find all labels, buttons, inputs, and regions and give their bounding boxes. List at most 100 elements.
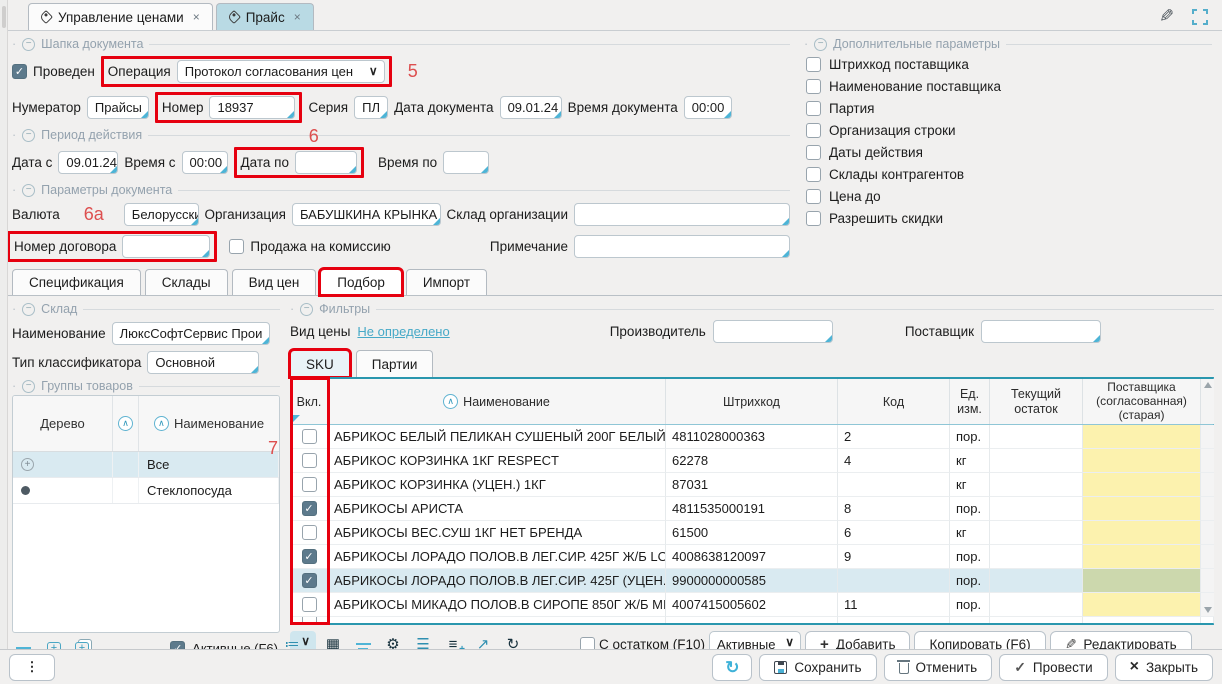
scroll-down-icon[interactable] — [1204, 607, 1212, 613]
classifier-type-input[interactable]: Основной — [147, 351, 259, 374]
sku-tab-партии[interactable]: Партии — [356, 350, 434, 377]
table-row[interactable]: АБРИКОСЫ ЛОРАДО ПОЛОВ.В ЛЕГ.СИР. 425Г (У… — [291, 569, 1213, 593]
doc-date-input[interactable]: 09.01.24 — [500, 96, 562, 119]
column-header-name[interactable]: Наименование — [139, 396, 279, 451]
row-checkbox[interactable] — [302, 525, 317, 540]
extra-param-checkbox[interactable] — [806, 57, 821, 72]
number-input[interactable]: 18937 — [209, 96, 295, 119]
scrollbar[interactable] — [1201, 497, 1214, 521]
column-header-code[interactable]: Код — [838, 379, 950, 424]
table-row[interactable]: АБРИКОСЫ ЛОРАДО ПОЛОВ.В ЛЕГ.СИР. 425Г Ж/… — [291, 545, 1213, 569]
date-from-input[interactable]: 09.01.24 — [58, 151, 118, 174]
scrollbar[interactable] — [1201, 425, 1214, 449]
org-warehouse-input[interactable] — [574, 203, 790, 226]
collapse-icon[interactable] — [300, 303, 313, 316]
table-row[interactable]: АБРИКОСЫ МИКАДО ПОЛОВ.В СИРОПЕ 850Г Ж/Б … — [291, 593, 1213, 617]
column-header-stock[interactable]: Текущий остаток — [990, 379, 1083, 424]
save-button[interactable]: Сохранить — [759, 654, 876, 681]
doc-tab-подбор[interactable]: Подбор — [320, 269, 402, 295]
organization-input[interactable]: БАБУШКИНА КРЫНКА ( — [292, 203, 441, 226]
collapse-icon[interactable] — [22, 303, 35, 316]
manufacturer-input[interactable] — [713, 320, 833, 343]
collapse-icon[interactable] — [814, 38, 827, 51]
time-to-input[interactable] — [443, 151, 489, 174]
commission-checkbox[interactable] — [229, 239, 244, 254]
table-row[interactable]: АБРИКОСЫ ВЕС.СУШ 1КГ НЕТ БРЕНДА615006кг — [291, 521, 1213, 545]
column-header-include[interactable]: Вкл. — [291, 379, 328, 424]
scrollbar[interactable] — [1201, 449, 1214, 473]
column-header-unit[interactable]: Ед. изм. — [950, 379, 990, 424]
tab-price-management[interactable]: Управление ценами × — [28, 3, 213, 30]
row-checkbox[interactable] — [302, 573, 317, 588]
table-row[interactable]: АБРИКОС КОРЗИНКА 1КГ RESPECT622784кг — [291, 449, 1213, 473]
post-button[interactable]: ✓Провести — [999, 654, 1107, 681]
edit-pencil-icon[interactable]: ✎ — [1159, 6, 1174, 27]
scrollbar[interactable] — [1201, 545, 1214, 569]
supplier-input[interactable] — [981, 320, 1101, 343]
fullscreen-icon[interactable] — [1192, 9, 1208, 25]
doc-tab-импорт[interactable]: Импорт — [406, 269, 487, 295]
extra-param-checkbox[interactable] — [806, 79, 821, 94]
extra-param-checkbox[interactable] — [806, 167, 821, 182]
leaf-dot-icon[interactable] — [21, 486, 30, 495]
close-tab-icon[interactable]: × — [193, 10, 200, 24]
scrollbar[interactable] — [1201, 379, 1214, 424]
collapse-icon[interactable] — [22, 184, 35, 197]
doc-tab-вид цен[interactable]: Вид цен — [232, 269, 317, 295]
column-header-barcode[interactable]: Штрихкод — [666, 379, 838, 424]
warehouse-name-input[interactable]: ЛюксСофтСервис Прои — [112, 322, 270, 345]
column-header-tree[interactable]: Дерево — [13, 396, 113, 451]
numerator-input[interactable]: Прайсы — [87, 96, 149, 119]
tab-price[interactable]: Прайс × — [216, 3, 314, 30]
contract-number-input[interactable] — [122, 235, 210, 258]
row-checkbox[interactable] — [302, 501, 317, 516]
row-checkbox[interactable] — [302, 453, 317, 468]
scrollbar[interactable] — [1201, 593, 1214, 617]
time-from-input[interactable]: 00:00 — [182, 151, 228, 174]
proveden-checkbox[interactable] — [12, 64, 27, 79]
group-row[interactable]: Стеклопосуда — [13, 478, 279, 504]
close-tab-icon[interactable]: × — [294, 10, 301, 24]
left-splitter[interactable] — [0, 0, 8, 684]
extra-param-checkbox[interactable] — [806, 123, 821, 138]
row-checkbox[interactable] — [302, 429, 317, 444]
collapse-icon[interactable] — [22, 380, 35, 393]
group-row[interactable]: Все — [13, 452, 279, 478]
operation-select[interactable]: Протокол согласования цен — [177, 60, 385, 83]
supplier-cell — [1083, 449, 1201, 473]
row-checkbox[interactable] — [302, 617, 317, 623]
close-button[interactable]: ×Закрыть — [1115, 654, 1213, 681]
extra-param-checkbox[interactable] — [806, 101, 821, 116]
table-row[interactable]: АБРИКОСЫ АРИСТА48115350001918пор. — [291, 497, 1213, 521]
column-sort[interactable] — [113, 396, 139, 451]
column-header-supplier[interactable]: Поставщика (согласованная) (старая) — [1083, 379, 1201, 424]
extra-param-checkbox[interactable] — [806, 211, 821, 226]
sku-tab-sku[interactable]: SKU — [290, 350, 350, 377]
series-input[interactable]: ПЛ — [354, 96, 388, 119]
date-to-input[interactable] — [295, 151, 357, 174]
collapse-icon[interactable] — [22, 129, 35, 142]
column-header-name[interactable]: Наименование — [328, 379, 666, 424]
doc-tab-спецификация[interactable]: Спецификация — [12, 269, 141, 295]
row-checkbox[interactable] — [302, 597, 317, 612]
table-row[interactable]: АБРИКОС КОРЗИНКА (УЦЕН.) 1КГ87031кг — [291, 473, 1213, 497]
scrollbar[interactable] — [1201, 569, 1214, 593]
collapse-icon[interactable] — [22, 38, 35, 51]
price-type-link[interactable]: Не определено — [357, 324, 449, 339]
note-input[interactable] — [574, 235, 790, 258]
row-checkbox[interactable] — [302, 477, 317, 492]
scrollbar[interactable] — [1201, 521, 1214, 545]
doc-tab-склады[interactable]: Склады — [145, 269, 228, 295]
extra-param-checkbox[interactable] — [806, 189, 821, 204]
expand-plus-icon[interactable] — [21, 458, 34, 471]
currency-input[interactable]: Белорусский — [124, 203, 199, 226]
scroll-up-icon[interactable] — [1204, 382, 1212, 388]
table-row[interactable]: АБРИКОС БЕЛЫЙ ПЕЛИКАН СУШЕНЫЙ 200Г БЕЛЫЙ… — [291, 425, 1213, 449]
extra-param-checkbox[interactable] — [806, 145, 821, 160]
scrollbar[interactable] — [1201, 473, 1214, 497]
cancel-button[interactable]: Отменить — [884, 654, 993, 681]
refresh-button[interactable]: ↻ — [712, 654, 752, 681]
menu-kebab-button[interactable]: ⋮ — [9, 654, 55, 681]
row-checkbox[interactable] — [302, 549, 317, 564]
doc-time-input[interactable]: 00:00 — [684, 96, 732, 119]
